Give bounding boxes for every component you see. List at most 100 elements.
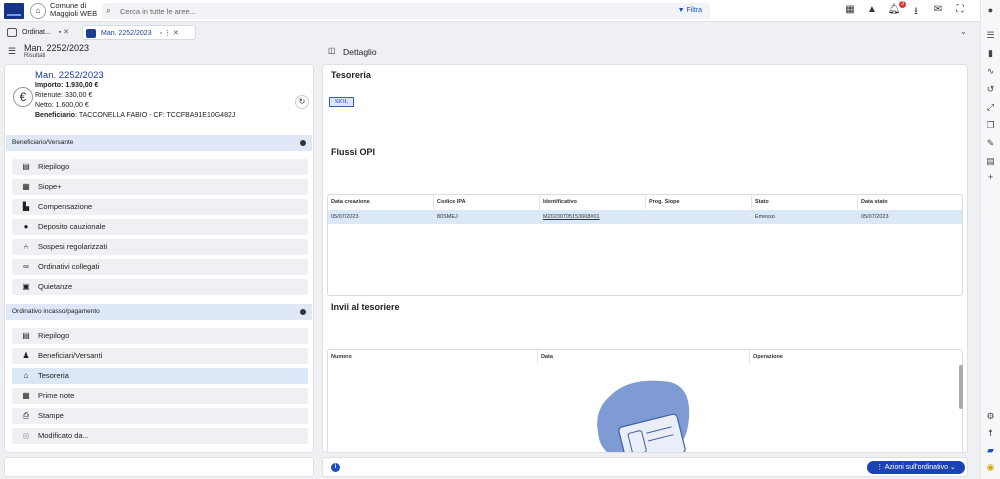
search-input[interactable]: Cerca in tutte le aree... <box>120 7 196 16</box>
download-icon[interactable]: ⭳ <box>909 4 923 21</box>
col-header[interactable]: Operazione <box>750 350 962 364</box>
accessibility-icon[interactable]: ☨ <box>981 428 1000 439</box>
col-header[interactable]: Data stato <box>858 195 962 209</box>
nav-label: Riepilogo <box>38 162 70 171</box>
refresh-button[interactable]: ↻ <box>295 95 309 109</box>
copy-icon[interactable]: ❐ <box>981 120 1000 131</box>
chevron-down-icon[interactable]: ⌄ <box>960 27 967 36</box>
nav-label: Sospesi regolarizzati <box>38 242 108 251</box>
section-beneficiario[interactable]: Beneficiario/Versante <box>6 135 312 151</box>
warning-icon[interactable]: ▲ <box>865 4 879 15</box>
nav-item-sospesi[interactable]: ⑃ Sospesi regolarizzati <box>12 239 308 255</box>
nav-label: Riepilogo <box>38 331 70 340</box>
col-header[interactable]: Stato <box>752 195 858 209</box>
app-title: Comune di Maggioli WEB <box>50 2 102 18</box>
document-icon: ▙ <box>22 202 30 211</box>
nav-item-riepilogo[interactable]: ▤ Riepilogo <box>12 159 308 175</box>
euro-icon: € <box>13 87 33 107</box>
col-header[interactable]: Codice IPA <box>434 195 540 209</box>
add-icon[interactable]: + <box>981 172 1000 182</box>
link-icon: ∞ <box>23 262 29 271</box>
table-header: Data creazione Codice IPA Identificativo… <box>328 195 962 209</box>
col-header[interactable]: Data creazione <box>328 195 434 209</box>
edit-document-icon[interactable]: ✎ <box>981 138 1000 149</box>
cell: 05/07/2023 <box>328 210 434 224</box>
tab-actions[interactable]: ▪ ✕ <box>59 29 69 36</box>
detail-header: ◫ Dettaglio <box>322 42 976 62</box>
col-header[interactable]: Prog. Siope <box>646 195 752 209</box>
fingerprint-icon: ◎ <box>22 431 30 440</box>
help-icon[interactable]: ◉ <box>981 462 1000 473</box>
ritenute: Ritenute: 330,00 € <box>35 92 93 99</box>
tab-actions[interactable]: ▫ ⋮ ✕ <box>160 30 179 37</box>
tab-label: Man. 2252/2023 <box>101 30 152 37</box>
filter-button[interactable]: ▼ Filtra <box>678 7 702 14</box>
left-panel-footer <box>4 457 314 477</box>
history-icon[interactable]: ↺ <box>981 84 1000 95</box>
mail-icon[interactable]: ✉ <box>931 4 945 15</box>
collapse-toggle-icon[interactable] <box>300 309 306 315</box>
link-icon[interactable]: ⤢ <box>981 102 1000 113</box>
cell: 80SMEJ <box>434 210 540 224</box>
merge-icon: ⑃ <box>23 242 29 251</box>
document-icon[interactable]: ▤ <box>981 156 1000 167</box>
person-icon: ♟ <box>22 351 30 360</box>
tab-icon <box>86 29 96 38</box>
beneficiario-label: Beneficiario <box>35 112 76 119</box>
search-icon: ⌕ <box>106 5 112 15</box>
nav-item-stampe[interactable]: ⎙ Stampe <box>12 408 308 424</box>
empty-state-illustration <box>597 380 690 452</box>
importo: Importo: 1.930,00 € <box>35 82 99 89</box>
chat-icon[interactable]: ▰ <box>981 445 1000 456</box>
flussi-table: Data creazione Codice IPA Identificativo… <box>327 194 963 296</box>
bookmark-icon[interactable]: ▮ <box>981 48 1000 59</box>
nav-item-siope[interactable]: ▦ Siope+ <box>12 179 308 195</box>
home-icon[interactable]: ⌂ <box>30 3 46 19</box>
municipality-logo[interactable] <box>4 3 24 19</box>
nav-item-compensazione[interactable]: ▙ Compensazione <box>12 199 308 215</box>
panel-icon[interactable]: ◫ <box>328 46 336 55</box>
azioni-button[interactable]: ⋮ Azioni sull'ordinativo ⌄ <box>867 461 965 474</box>
nav-item-tesoreria[interactable]: ⌂ Tesoreria <box>12 368 308 384</box>
tab-icon <box>7 28 17 37</box>
scrollbar[interactable] <box>959 365 963 409</box>
nav-item-ordinativi-collegati[interactable]: ∞ Ordinativi collegati <box>12 259 308 275</box>
receipt-icon: ▤ <box>22 331 30 340</box>
nav-item-riepilogo-2[interactable]: ▤ Riepilogo <box>12 328 308 344</box>
left-panel-subtitle: Risultati <box>24 53 46 59</box>
table-row[interactable]: 05/07/2023 80SMEJ M20230705153608#01 Eme… <box>328 210 962 224</box>
settings-icon[interactable]: ⚙ <box>981 411 1000 422</box>
account-icon[interactable]: ● <box>981 5 1000 15</box>
nav-item-beneficiari[interactable]: ♟ Beneficiari/Versanti <box>12 348 308 364</box>
piggy-bank-icon: ● <box>23 222 29 231</box>
filter-label: Filtra <box>686 7 702 14</box>
grid-icon: ▦ <box>22 391 30 400</box>
fullscreen-icon[interactable]: ⛶ <box>953 4 967 15</box>
cell <box>646 210 752 224</box>
nav-item-prime-note[interactable]: ▦ Prime note <box>12 388 308 404</box>
app-title-line2: Maggioli WEB <box>50 9 98 18</box>
tab-mandato[interactable]: Man. 2252/2023 ▫ ⋮ ✕ <box>82 25 196 40</box>
flussi-title: Flussi OPI <box>331 147 376 157</box>
nav-label: Modificato da... <box>38 431 89 440</box>
info-icon[interactable]: i <box>331 463 340 472</box>
trend-icon[interactable]: ∿ <box>981 66 1000 77</box>
list-icon[interactable]: ☰ <box>8 46 16 57</box>
nav-item-modificato[interactable]: ◎ Modificato da... <box>12 428 308 444</box>
nav-item-deposito[interactable]: ● Deposito cauzionale <box>12 219 308 235</box>
left-panel: € Man. 2252/2023 Importo: 1.930,00 € Rit… <box>4 64 314 453</box>
tab-ordinativi[interactable]: Ordinat... ▪ ✕ <box>4 25 86 40</box>
netto: Netto: 1.600,00 € <box>35 102 89 109</box>
nav-item-quietanze[interactable]: ▣ Quietanze <box>12 279 308 295</box>
col-header[interactable]: Identificativo <box>540 195 646 209</box>
section-ordinativo[interactable]: Ordinativo incasso/pagamento <box>6 304 312 320</box>
identificativo-link[interactable]: M20230705153608#01 <box>540 210 646 224</box>
col-header[interactable]: Numero <box>328 350 538 364</box>
col-header[interactable]: Data <box>538 350 750 364</box>
list-settings-icon[interactable]: ☰ <box>981 30 1000 41</box>
apps-grid-icon[interactable]: ▦ <box>843 4 857 15</box>
detail-title: Dettaglio <box>343 47 377 57</box>
global-search-bar[interactable]: ⌕ Cerca in tutte le aree... ▼ Filtra <box>102 3 710 19</box>
collapse-toggle-icon[interactable] <box>300 140 306 146</box>
grid-icon: ▦ <box>22 182 30 191</box>
